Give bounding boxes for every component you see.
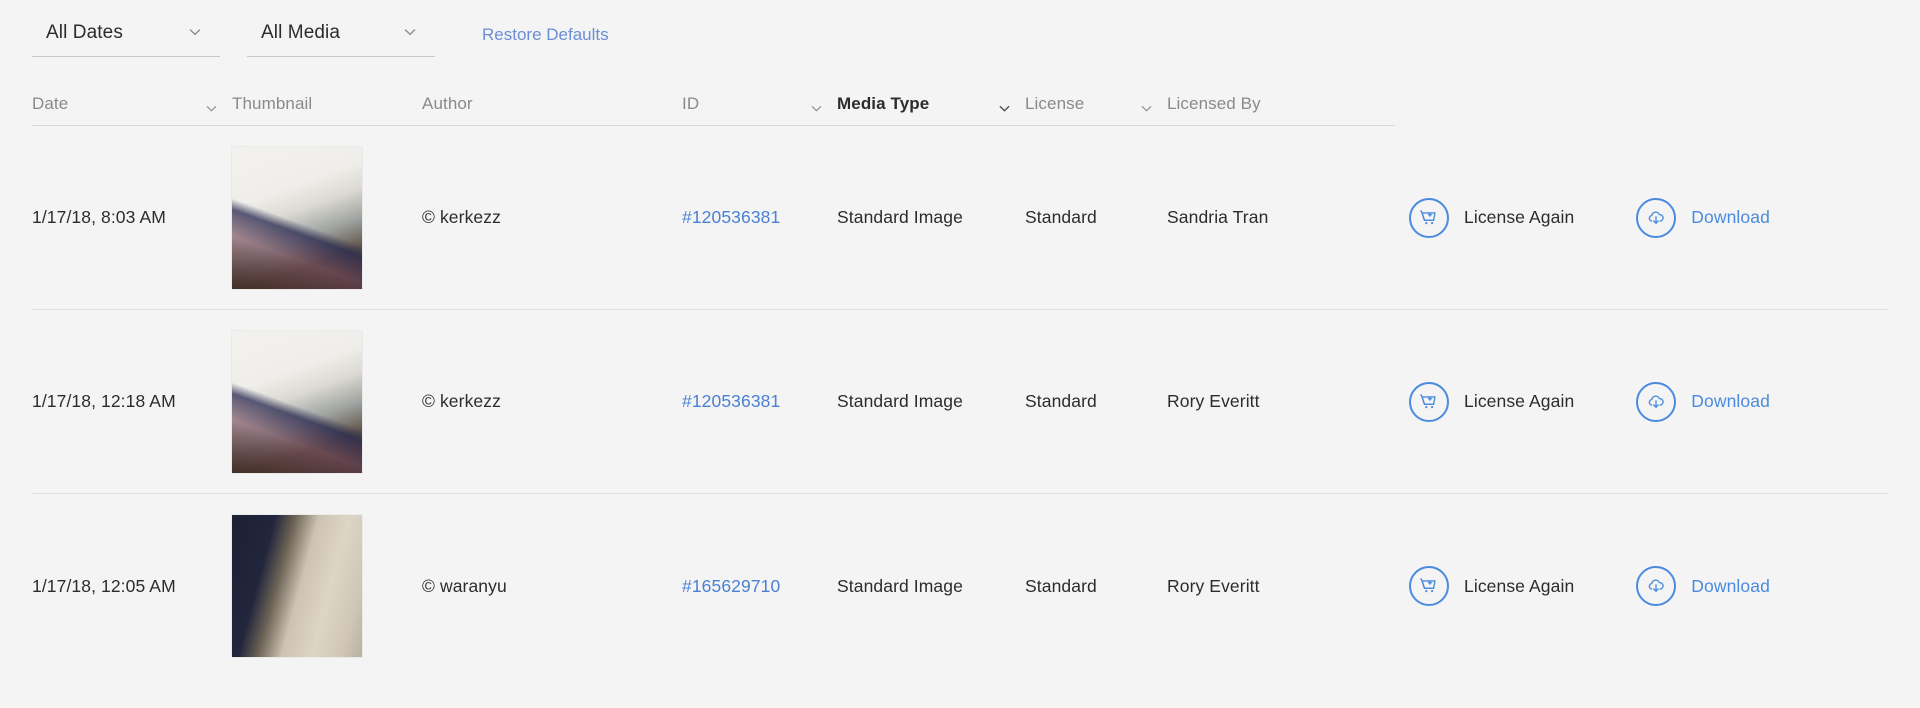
restore-defaults-link[interactable]: Restore Defaults [462,16,609,45]
license-again-button[interactable]: License Again [1409,382,1574,422]
cart-add-icon [1409,382,1449,422]
download-button[interactable]: Download [1636,566,1770,606]
license-again-button[interactable]: License Again [1409,198,1574,238]
column-header-id[interactable]: ID [682,86,837,126]
cell-media-type: Standard Image [837,494,1025,678]
cell-license: Standard [1025,310,1167,493]
chevron-down-icon [205,100,218,113]
media-filter-dropdown[interactable]: All Media [247,16,435,57]
cell-license: Standard [1025,494,1167,678]
cell-licensed-by: Rory Everitt [1167,310,1395,493]
table-header-row: Date Thumbnail Author ID Media Type [32,78,1888,126]
cloud-download-icon [1636,198,1676,238]
column-header-date-label: Date [32,94,68,114]
license-again-label: License Again [1464,391,1574,412]
cell-actions: License Again Download [1395,494,1788,678]
column-header-media-type[interactable]: Media Type [837,86,1025,126]
license-again-label: License Again [1464,207,1574,228]
cell-actions: License Again Download [1395,126,1788,309]
cell-actions: License Again Download [1395,310,1788,493]
download-button[interactable]: Download [1636,198,1770,238]
column-header-id-label: ID [682,94,699,114]
cart-add-icon [1409,198,1449,238]
table-body: 1/17/18, 8:03 AM © kerkezz #120536381 St… [32,126,1888,678]
cell-author: © waranyu [422,494,682,678]
column-header-date[interactable]: Date [32,86,232,126]
column-header-license[interactable]: License [1025,86,1167,126]
chevron-down-icon [810,100,823,113]
cell-thumbnail[interactable] [232,310,422,493]
chevron-down-icon [1140,100,1153,113]
download-label: Download [1691,207,1770,228]
column-header-licensed-by-label: Licensed By [1167,94,1261,114]
cell-thumbnail[interactable] [232,126,422,309]
chevron-down-icon [188,25,202,39]
column-header-license-label: License [1025,94,1084,114]
cell-id[interactable]: #165629710 [682,494,837,678]
cell-id[interactable]: #120536381 [682,310,837,493]
license-again-label: License Again [1464,576,1574,597]
cell-date: 1/17/18, 12:05 AM [32,494,232,678]
cart-add-icon [1409,566,1449,606]
chevron-down-icon [998,100,1011,113]
column-header-thumbnail-label: Thumbnail [232,94,312,114]
cell-licensed-by: Sandria Tran [1167,126,1395,309]
cell-licensed-by: Rory Everitt [1167,494,1395,678]
download-label: Download [1691,391,1770,412]
cell-thumbnail[interactable] [232,494,422,678]
column-header-author: Author [422,86,682,126]
cell-media-type: Standard Image [837,310,1025,493]
cell-date: 1/17/18, 12:18 AM [32,310,232,493]
license-history-table: Date Thumbnail Author ID Media Type [0,78,1920,678]
download-label: Download [1691,576,1770,597]
filter-bar: All Dates All Media Restore Defaults [0,0,1920,78]
date-filter-dropdown[interactable]: All Dates [32,16,220,57]
column-header-thumbnail: Thumbnail [232,86,422,126]
asset-id-link[interactable]: #120536381 [682,207,780,228]
table-row: 1/17/18, 12:18 AM © kerkezz #120536381 S… [32,310,1888,494]
asset-id-link[interactable]: #165629710 [682,576,780,597]
column-header-media-type-label: Media Type [837,94,929,114]
download-button[interactable]: Download [1636,382,1770,422]
cloud-download-icon [1636,566,1676,606]
cell-media-type: Standard Image [837,126,1025,309]
cell-date: 1/17/18, 8:03 AM [32,126,232,309]
column-header-actions [1395,86,1788,126]
license-again-button[interactable]: License Again [1409,566,1574,606]
cell-license: Standard [1025,126,1167,309]
cell-author: © kerkezz [422,310,682,493]
thumbnail-image[interactable] [232,147,362,289]
chevron-down-icon [403,25,417,39]
column-header-author-label: Author [422,94,473,114]
table-row: 1/17/18, 8:03 AM © kerkezz #120536381 St… [32,126,1888,310]
cell-author: © kerkezz [422,126,682,309]
table-row: 1/17/18, 12:05 AM © waranyu #165629710 S… [32,494,1888,678]
asset-id-link[interactable]: #120536381 [682,391,780,412]
column-header-licensed-by: Licensed By [1167,86,1395,126]
cloud-download-icon [1636,382,1676,422]
thumbnail-image[interactable] [232,331,362,473]
cell-id[interactable]: #120536381 [682,126,837,309]
thumbnail-image[interactable] [232,515,362,657]
date-filter-label: All Dates [46,22,123,44]
media-filter-label: All Media [261,22,340,44]
